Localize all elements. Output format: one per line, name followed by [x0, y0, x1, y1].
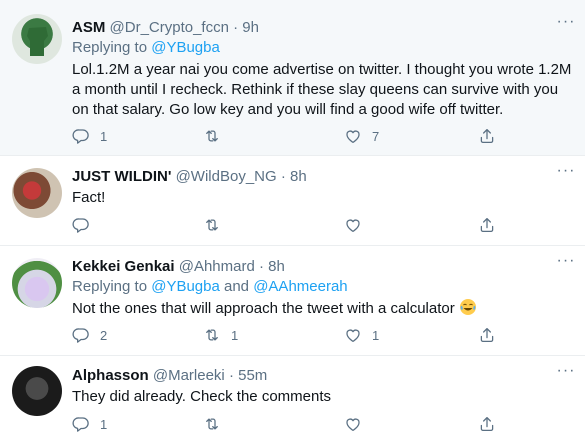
more-horizontal-icon[interactable]: ···	[555, 253, 577, 274]
avatar[interactable]	[12, 258, 62, 308]
reply-count: 2	[100, 327, 108, 343]
reply-icon	[72, 326, 90, 344]
like-button[interactable]	[344, 216, 372, 234]
tweet-text: Lol.1.2M a year nai you come advertise o…	[72, 61, 572, 118]
like-button[interactable]: 7	[344, 127, 379, 145]
more-horizontal-icon[interactable]: ···	[555, 163, 577, 184]
retweet-icon	[203, 415, 221, 433]
user-handle[interactable]: @Dr_Crypto_fccn	[110, 19, 229, 36]
avatar[interactable]	[12, 14, 62, 64]
tweet-header: Kekkei Genkai @Ahhmard · 8h	[72, 257, 285, 277]
avatar[interactable]	[12, 168, 62, 218]
replying-label: Replying to	[72, 39, 152, 56]
share-button[interactable]	[478, 326, 496, 344]
heart-icon	[344, 216, 362, 234]
share-icon	[478, 415, 496, 433]
reply-button[interactable]: 1	[72, 127, 107, 145]
retweet-button[interactable]: 1	[203, 326, 238, 344]
user-handle[interactable]: @WildBoy_NG	[176, 168, 277, 185]
tweet-text: Fact!	[72, 189, 106, 206]
raised-fist-icon	[27, 27, 48, 56]
replying-and: and	[219, 278, 254, 295]
mention-link-2[interactable]: @AAhmeerah	[253, 278, 347, 295]
display-name[interactable]: JUST WILDIN'	[72, 168, 171, 185]
timestamp[interactable]: 9h	[242, 19, 259, 36]
laughing-tears-emoji	[459, 299, 476, 315]
replying-to: Replying to @YBugba	[72, 38, 220, 58]
display-name[interactable]: Alphasson	[72, 367, 149, 384]
timestamp[interactable]: 8h	[290, 168, 307, 185]
user-handle[interactable]: @Marleeki	[153, 367, 225, 384]
tweet-header: Alphasson @Marleeki · 55m	[72, 366, 267, 386]
more-horizontal-icon[interactable]: ···	[555, 363, 577, 384]
like-count: 1	[372, 327, 380, 343]
retweet-button[interactable]	[203, 415, 231, 433]
tweet-actions: 1	[72, 415, 512, 437]
reply-count: 1	[100, 416, 108, 432]
share-icon	[478, 326, 496, 344]
replying-to: Replying to @YBugba and @AAhmeerah	[72, 277, 348, 297]
display-name[interactable]: Kekkei Genkai	[72, 258, 175, 275]
tweet-text-body: Not the ones that will approach the twee…	[72, 300, 459, 317]
mention-link[interactable]: @YBugba	[151, 278, 220, 295]
share-icon	[478, 216, 496, 234]
separator-dot: ·	[280, 168, 286, 185]
share-button[interactable]	[478, 216, 496, 234]
timestamp[interactable]: 8h	[268, 258, 285, 275]
like-count: 7	[372, 128, 380, 144]
reply-button[interactable]	[72, 216, 100, 234]
retweet-icon	[203, 326, 221, 344]
tweet-actions	[72, 216, 512, 238]
retweet-icon	[203, 216, 221, 234]
reply-icon	[72, 216, 90, 234]
mention-link[interactable]: @YBugba	[151, 39, 220, 56]
like-button[interactable]: 1	[344, 326, 379, 344]
heart-icon	[344, 127, 362, 145]
tweet-actions: 2 1 1	[72, 326, 512, 348]
more-horizontal-icon[interactable]: ···	[555, 14, 577, 35]
timestamp[interactable]: 55m	[238, 367, 267, 384]
tweet-just-wildin[interactable]: JUST WILDIN' @WildBoy_NG · 8h ··· Fact!	[0, 156, 585, 246]
heart-icon	[344, 415, 362, 433]
reply-count: 1	[100, 128, 108, 144]
reply-icon	[72, 127, 90, 145]
tweet-actions: 1 7	[72, 127, 512, 149]
retweet-button[interactable]	[203, 127, 231, 145]
avatar[interactable]	[12, 366, 62, 416]
retweet-count: 1	[231, 327, 239, 343]
like-button[interactable]	[344, 415, 372, 433]
heart-icon	[344, 326, 362, 344]
tweet-kekkei-genkai[interactable]: Kekkei Genkai @Ahhmard · 8h ··· Replying…	[0, 246, 585, 356]
reply-button[interactable]: 2	[72, 326, 107, 344]
share-button[interactable]	[478, 127, 496, 145]
tweet-asm[interactable]: ASM @Dr_Crypto_fccn · 9h ··· Replying to…	[0, 0, 585, 156]
separator-dot: ·	[228, 367, 234, 384]
separator-dot: ·	[233, 19, 239, 36]
tweet-text: Not the ones that will approach the twee…	[72, 298, 572, 319]
display-name[interactable]: ASM	[72, 19, 105, 36]
reply-button[interactable]: 1	[72, 415, 107, 433]
replying-label: Replying to	[72, 278, 152, 295]
share-icon	[478, 127, 496, 145]
user-handle[interactable]: @Ahhmard	[179, 258, 255, 275]
retweet-icon	[203, 127, 221, 145]
reply-icon	[72, 415, 90, 433]
retweet-button[interactable]	[203, 216, 231, 234]
tweet-header: ASM @Dr_Crypto_fccn · 9h	[72, 18, 259, 38]
tweet-header: JUST WILDIN' @WildBoy_NG · 8h	[72, 167, 307, 187]
tweet-alphasson[interactable]: Alphasson @Marleeki · 55m ··· They did a…	[0, 356, 585, 440]
share-button[interactable]	[478, 415, 496, 433]
separator-dot: ·	[259, 258, 264, 275]
tweet-text: They did already. Check the comments	[72, 388, 332, 405]
